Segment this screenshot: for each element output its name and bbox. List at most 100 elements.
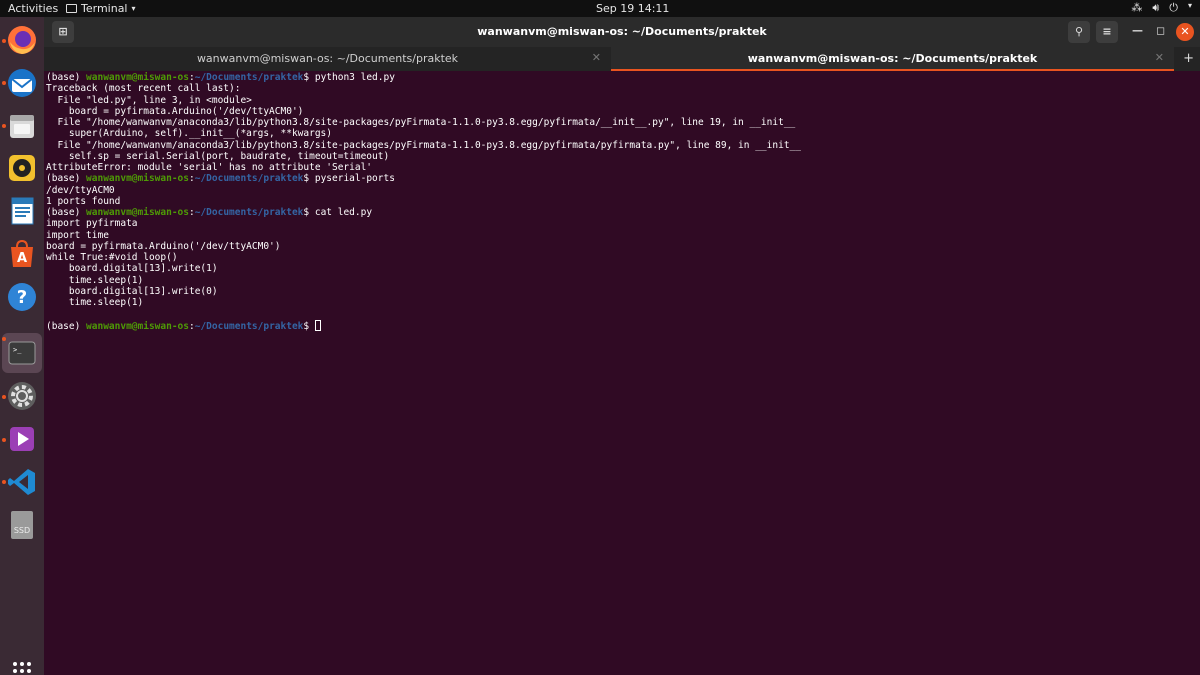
terminal-output-line: Traceback (most recent call last): [46,83,241,95]
top-bar: Activities Terminal ▾ Sep 19 14:11 ⁂ 🔊︎ … [0,0,1200,17]
dock-show-applications[interactable] [6,655,38,675]
app-menu[interactable]: Terminal ▾ [66,2,136,15]
dock-vscode[interactable] [6,466,38,498]
clock[interactable]: Sep 19 14:11 [596,2,669,15]
terminal-prompt-line: (base) wanwanvm@miswan-os:~/Documents/pr… [46,319,1198,332]
tab-label: wanwanvm@miswan-os: ~/Documents/praktek [747,52,1038,65]
caret-down-icon: ▾ [131,4,136,13]
svg-text:A: A [17,251,27,266]
add-tab-icon[interactable]: + [1183,51,1194,66]
window-title: wanwanvm@miswan-os: ~/Documents/praktek [477,25,767,38]
dock-writer[interactable] [6,195,38,227]
terminal-output: (base) wanwanvm@miswan-os:~/Documents/pr… [46,72,1198,332]
prompt-symbol: $ [303,173,315,185]
terminal-output-line: import pyfirmata [46,218,138,230]
prompt-path: ~/Documents/praktek [194,207,304,218]
prompt-user: wanwanvm@miswan-os [86,207,189,218]
terminal-output-line: AttributeError: module 'serial' has no a… [46,162,373,173]
title-bar[interactable]: ⊞ wanwanvm@miswan-os: ~/Documents/prakte… [44,17,1200,47]
terminal-output-line: File "/home/wanwanvm/anaconda3/lib/pytho… [46,139,801,151]
app-menu-label: Terminal [81,2,128,15]
dock-videos[interactable] [6,423,38,455]
drive-icon: SSD [11,511,33,539]
volume-icon: 🔊︎ [1152,1,1160,14]
terminal-output-line: board.digital[13].write(1) [46,263,218,275]
grid-icon [13,662,31,673]
activities-button[interactable]: Activities [8,2,58,15]
terminal-output-line: board = pyfirmata.Arduino('/dev/ttyACM0'… [46,105,304,117]
minimize-icon[interactable]: — [1132,24,1143,37]
search-button[interactable]: ⚲ [1068,21,1090,43]
terminal-output-line: File "led.py", line 3, in <module> [46,94,252,106]
terminal-output-line: time.sleep(1) [46,297,144,308]
system-menu[interactable]: ⁂ 🔊︎ ⏻ ▾ [1131,1,1192,15]
terminal-prompt-line: (base) wanwanvm@miswan-os:~/Documents/pr… [46,173,1198,184]
terminal-prompt-line: (base) wanwanvm@miswan-os:~/Documents/pr… [46,72,1198,83]
prompt-user: wanwanvm@miswan-os [86,173,189,185]
command-text: cat led.py [314,207,373,218]
dock-terminal[interactable]: >_ [6,337,38,369]
dock-help[interactable]: ? [6,281,38,313]
prompt-symbol: $ [303,320,315,332]
tab-label: wanwanvm@miswan-os: ~/Documents/praktek [196,52,459,65]
prompt-user: wanwanvm@miswan-os [86,72,189,83]
tab-1[interactable]: wanwanvm@miswan-os: ~/Documents/praktek … [44,47,611,71]
prompt-path: ~/Documents/praktek [194,320,304,332]
writer-icon [11,197,34,225]
video-icon [10,427,34,451]
terminal-output-line: File "/home/wanwanvm/anaconda3/lib/pytho… [46,117,796,128]
dock-mail[interactable] [6,67,38,99]
firefox-icon [8,26,36,54]
tab-close-icon[interactable]: ✕ [1155,51,1164,64]
prompt-base: (base) [46,207,87,218]
prompt-base: (base) [46,72,87,83]
command-text: pyserial-ports [314,173,395,185]
terminal-prompt-line: (base) wanwanvm@miswan-os:~/Documents/pr… [46,207,1198,218]
terminal-icon: >_ [8,341,36,365]
drive-label: SSD [14,526,30,535]
terminal-output-line: time.sleep(1) [46,274,144,286]
terminal-output-line: board.digital[13].write(0) [46,285,218,297]
tab-bar: wanwanvm@miswan-os: ~/Documents/praktek … [44,47,1200,71]
prompt-user: wanwanvm@miswan-os [86,320,189,332]
dock-firefox[interactable] [6,24,38,56]
text-cursor [314,319,321,331]
prompt-path: ~/Documents/praktek [194,72,304,83]
dock-ssd[interactable]: SSD [6,509,38,541]
prompt-base: (base) [46,173,87,185]
rhythmbox-icon [9,155,35,181]
help-icon: ? [8,283,36,311]
terminal-output-line: while True:#void loop() [46,252,178,263]
dock-software[interactable]: A [6,238,38,270]
svg-text:>_: >_ [13,346,22,354]
search-icon: ⚲ [1074,25,1084,38]
software-icon: A [11,239,33,267]
terminal-output-line: self.sp = serial.Serial(port, baudrate, … [46,150,390,162]
terminal-output-line: 1 ports found [46,195,121,207]
prompt-base: (base) [46,320,87,332]
terminal-output-line: /dev/ttyACM0 [46,184,115,196]
prompt-symbol: $ [303,72,315,83]
dock: A ? >_ SSD [0,17,44,675]
terminal-output-line: board = pyfirmata.Arduino('/dev/ttyACM0'… [46,240,281,252]
terminal-window: ⊞ wanwanvm@miswan-os: ~/Documents/prakte… [44,17,1200,675]
terminal-output-line: super(Arduino, self).__init__(*args, **k… [46,128,332,140]
caret-down-icon: ▾ [1187,1,1192,10]
tab-2[interactable]: wanwanvm@miswan-os: ~/Documents/praktek … [611,47,1174,71]
command-text: python3 led.py [314,72,395,83]
tab-close-icon[interactable]: ✕ [592,51,601,64]
maximize-icon[interactable]: ◻ [1156,24,1165,37]
dock-files[interactable] [6,110,38,142]
files-icon [10,115,34,138]
dock-rhythmbox[interactable] [6,152,38,184]
terminal-output-line: import time [46,229,109,241]
close-button[interactable]: ✕ [1176,23,1194,41]
menu-button[interactable]: ≡ [1096,21,1118,43]
terminal-content[interactable]: (base) wanwanvm@miswan-os:~/Documents/pr… [44,71,1200,675]
settings-icon [8,382,36,410]
close-icon: ✕ [1180,25,1190,38]
prompt-symbol: $ [303,207,315,218]
dock-settings[interactable] [6,380,38,412]
network-icon: ⁂ [1131,1,1143,14]
